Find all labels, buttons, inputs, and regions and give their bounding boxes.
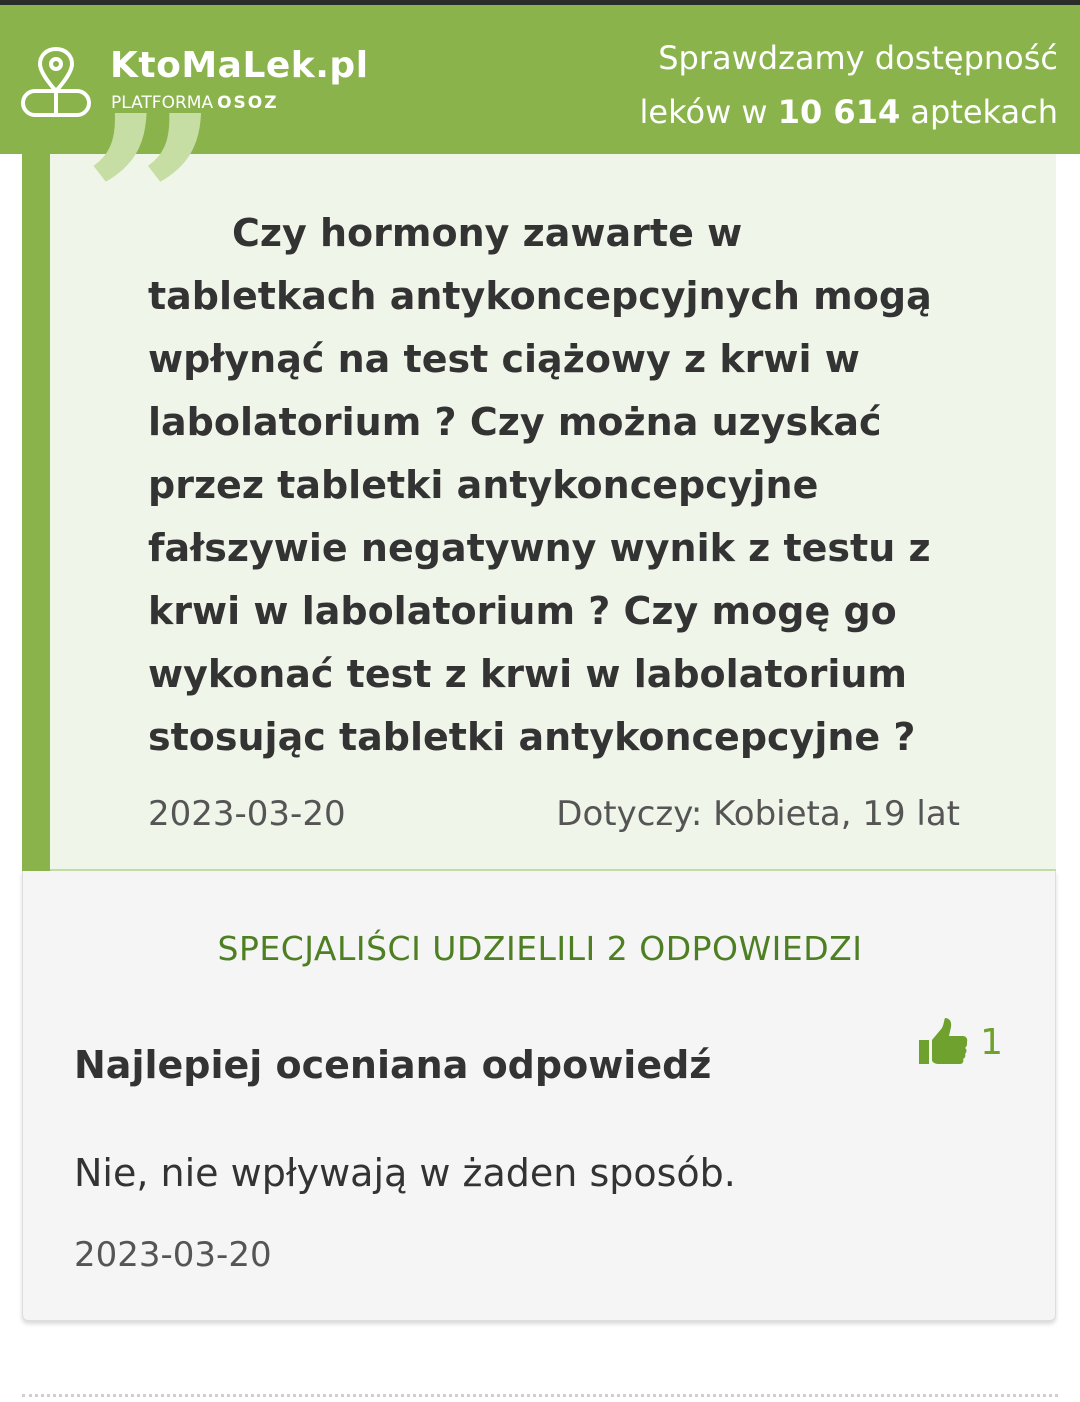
section-divider	[22, 1394, 1058, 1397]
pharmacy-count: 10 614	[777, 93, 901, 131]
best-answer-title: Najlepiej oceniana odpowiedź	[74, 1043, 712, 1087]
logo-sub-brand: OSOZ	[217, 93, 279, 113]
availability-tagline: Sprawdzamy dostępność leków w 10 614 apt…	[640, 31, 1058, 139]
tagline-line-2: leków w 10 614 aptekach	[640, 85, 1058, 139]
question-accent-bar	[22, 154, 50, 871]
tagline-pre: leków w	[639, 93, 778, 131]
tagline-post: aptekach	[900, 93, 1058, 131]
tagline-line-1: Sprawdzamy dostępność	[658, 39, 1058, 77]
like-count: 1	[980, 1021, 1003, 1063]
question-text: Czy hormony zawarte w tabletkach antykon…	[148, 211, 932, 759]
thumbs-up-icon	[919, 1018, 968, 1064]
question-about: Dotyczy: Kobieta, 19 lat	[556, 794, 960, 834]
answers-card: SPECJALIŚCI UDZIELILI 2 ODPOWIEDZI Najle…	[22, 871, 1056, 1321]
best-answer-date: 2023-03-20	[74, 1235, 272, 1275]
question-date: 2023-03-20	[148, 794, 346, 834]
question-card: ” Czy hormony zawarte w tabletkach antyk…	[22, 84, 1056, 871]
best-answer-text: Nie, nie wpływają w żaden sposób.	[74, 1151, 736, 1195]
answers-count-heading[interactable]: SPECJALIŚCI UDZIELILI 2 ODPOWIEDZI	[23, 929, 1057, 968]
like-button[interactable]: 1	[918, 1014, 1003, 1070]
